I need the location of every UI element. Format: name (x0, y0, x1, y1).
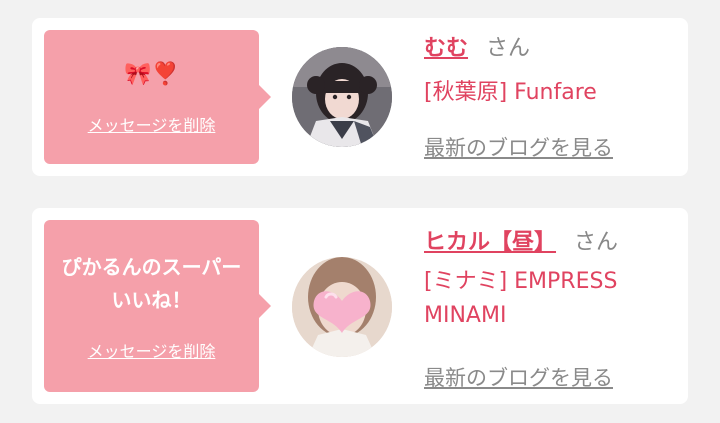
message-card: 🎀❣️ メッセージを削除 むむ さん [秋葉原] Funfare 最新のブログを見… (32, 18, 688, 176)
honorific: さん (574, 230, 619, 255)
message-text: 🎀❣️ (124, 62, 179, 87)
shop-name: [ミナミ] EMPRESS MINAMI (424, 269, 618, 328)
message-bubble: ぴかるんのスーパーいいね！ メッセージを削除 (44, 220, 271, 392)
latest-blog-link[interactable]: 最新のブログを見る (424, 132, 613, 162)
honorific: さん (486, 36, 531, 61)
delete-message-link[interactable]: メッセージを削除 (44, 338, 259, 362)
sender-name-link[interactable]: ヒカル【昼】 (424, 230, 556, 255)
message-card: ぴかるんのスーパーいいね！ メッセージを削除 ヒカル【昼】 さん [ミナミ] EM… (32, 208, 688, 404)
message-text: ぴかるんのスーパーいいね！ (61, 255, 242, 312)
avatar[interactable] (292, 257, 392, 357)
sender-name-link[interactable]: むむ (424, 36, 468, 61)
shop-name: [秋葉原] Funfare (424, 80, 597, 105)
sender-name-row: むむ さん (424, 30, 530, 62)
message-bubble: 🎀❣️ メッセージを削除 (44, 30, 271, 164)
latest-blog-link[interactable]: 最新のブログを見る (424, 362, 613, 392)
delete-message-link[interactable]: メッセージを削除 (44, 112, 259, 136)
avatar-photo (292, 257, 392, 357)
sender-name-row: ヒカル【昼】 さん (424, 224, 618, 256)
avatar[interactable] (292, 47, 392, 147)
avatar-photo (292, 47, 392, 147)
